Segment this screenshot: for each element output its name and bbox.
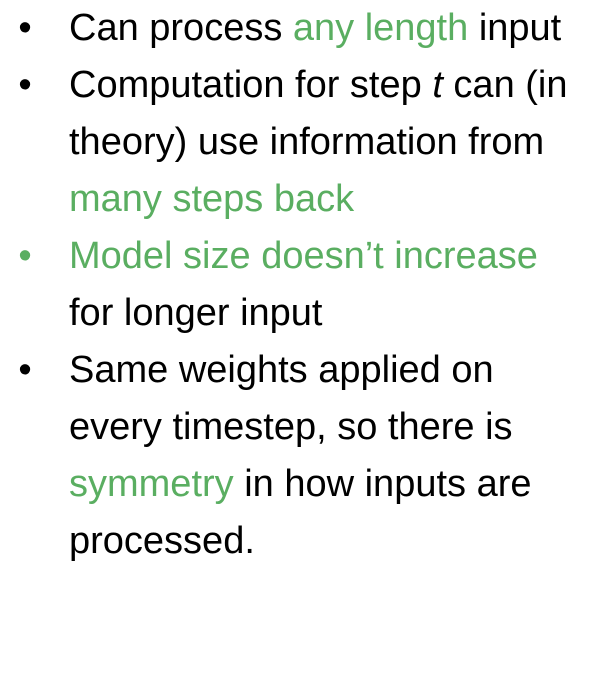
bullet-3-text-a: for longer input [69, 292, 323, 334]
bullet-1-highlight: any length [292, 7, 469, 49]
bullet-dot-icon: • [18, 64, 32, 106]
slide: • Can process any length input • Computati… [0, 0, 590, 682]
bullet-dot-icon: • [18, 349, 32, 391]
bullet-item-computation: • Computation for step t can (in theory) … [0, 57, 574, 228]
bullet-dot-icon: • [18, 235, 32, 277]
bullet-3-highlight: Model size doesn’t increase [69, 235, 538, 277]
bullet-item-any-length: • Can process any length input [0, 0, 574, 57]
bullet-1-text-b: input [468, 7, 562, 49]
bullet-2-italic-t: t [432, 64, 443, 106]
bullet-2-highlight: many steps back [69, 178, 355, 220]
bullet-item-model-size: • Model size doesn’t increase for longer … [0, 228, 574, 342]
bullet-list: • Can process any length input • Computati… [0, 0, 590, 570]
bullet-2-text-a: Computation for step [69, 64, 433, 106]
bullet-1-text-a: Can process [69, 7, 293, 49]
bullet-dot-icon: • [18, 7, 32, 49]
bullet-item-same-weights: • Same weights applied on every timestep,… [0, 342, 574, 570]
bullet-4-text-a: Same weights applied on every timestep, … [69, 349, 513, 448]
bullet-4-highlight: symmetry [69, 463, 234, 505]
